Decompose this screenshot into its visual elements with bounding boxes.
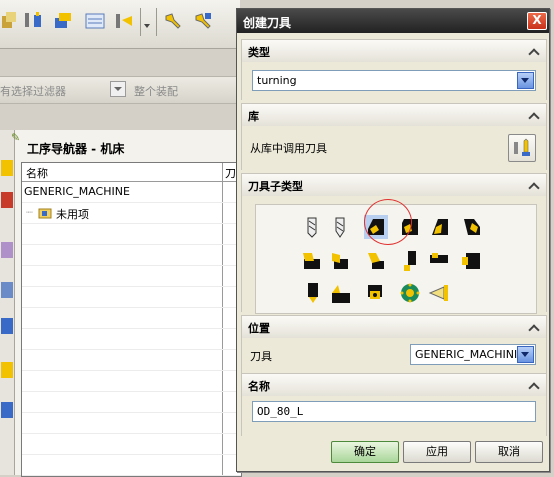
- location-section-header[interactable]: 位置: [241, 315, 547, 339]
- tool-location-label: 刀具: [250, 350, 272, 363]
- type-section-header[interactable]: 类型: [241, 39, 547, 63]
- chevron-down-icon[interactable]: [517, 346, 534, 363]
- library-section: 从库中调用刀具: [241, 126, 547, 170]
- pin-icon[interactable]: ✎: [11, 131, 20, 144]
- id-55-l-tool-icon[interactable]: [364, 249, 388, 273]
- chevron-down-icon[interactable]: [142, 10, 152, 32]
- table-row[interactable]: GENERIC_MACHINE: [22, 182, 241, 203]
- tool-subtype-grid: [255, 199, 537, 314]
- row-label: 未用项: [56, 208, 89, 221]
- history-icon[interactable]: [1, 242, 13, 258]
- retrieve-from-library-button[interactable]: [508, 134, 536, 162]
- column-header-name[interactable]: 名称: [22, 163, 222, 182]
- collapse-icon[interactable]: [530, 47, 538, 55]
- main-toolbar: [0, 0, 240, 49]
- machine-resource-icon[interactable]: [1, 362, 13, 378]
- dialog-title: 创建刀具: [243, 16, 292, 30]
- navigator-title: 工序导航器 - 机床: [27, 142, 125, 156]
- library-tool-icon: [514, 138, 530, 156]
- library-label: 从库中调用刀具: [250, 142, 327, 155]
- id-80-l-tool-icon[interactable]: [328, 249, 352, 273]
- part-resource-icon[interactable]: [1, 192, 13, 208]
- filter-dropdown-button[interactable]: [110, 81, 126, 97]
- operation-icon[interactable]: [112, 10, 134, 32]
- dialog-titlebar[interactable]: 创建刀具 X: [237, 9, 549, 33]
- form-tool-icon[interactable]: [364, 281, 388, 305]
- operation-navigator: ✎ 工序导航器 - 机床 名称 刀 GENERIC_MACHINE ┈ 未用项: [11, 130, 242, 477]
- cancel-button[interactable]: 取消: [475, 441, 543, 463]
- row-label: GENERIC_MACHINE: [24, 185, 130, 198]
- tool-icon[interactable]: [22, 10, 44, 32]
- od-55-r-tool-icon[interactable]: [300, 249, 324, 273]
- button-tool-icon[interactable]: [398, 281, 422, 305]
- selection-highlight-circle: [364, 199, 412, 245]
- selection-filter-bar: 有选择过滤器 整个装配: [0, 76, 240, 104]
- od-35-l-tool-icon[interactable]: [428, 215, 452, 239]
- thread-od-tool-icon[interactable]: [300, 281, 324, 305]
- user-defined-tool-icon[interactable]: [428, 281, 452, 305]
- od-80-r-tool-icon[interactable]: [460, 215, 484, 239]
- subtype-section-header[interactable]: 刀具子类型: [241, 173, 547, 197]
- web-resource-icon[interactable]: [1, 402, 13, 418]
- spot-drill-tool-icon[interactable]: [328, 215, 352, 239]
- folder-icon: [38, 208, 52, 219]
- layer-icon[interactable]: [1, 282, 13, 298]
- tool-name-input[interactable]: OD_80_L: [252, 401, 536, 422]
- type-select[interactable]: turning: [252, 70, 536, 91]
- collapse-icon[interactable]: [530, 381, 538, 389]
- name-section-header[interactable]: 名称: [241, 373, 547, 397]
- collapse-icon[interactable]: [530, 111, 538, 119]
- location-section: 刀具 GENERIC_MACHINI: [241, 338, 547, 374]
- shape-icon[interactable]: [0, 10, 22, 32]
- method-icon[interactable]: [84, 10, 106, 32]
- dialog-footer: 确定 应用 取消: [241, 439, 545, 465]
- resource-bar: [0, 130, 15, 475]
- ok-button[interactable]: 确定: [331, 441, 399, 463]
- tool-resource-icon[interactable]: [1, 160, 13, 176]
- filter-select[interactable]: 有选择过滤器: [0, 83, 66, 99]
- create-tool-dialog: 创建刀具 X 类型 turning 库 从库中调用刀具 刀具子类型 位置 刀具 …: [236, 8, 550, 472]
- assembly-filter[interactable]: 整个装配: [134, 83, 178, 99]
- navigator-table: 名称 刀 GENERIC_MACHINE ┈ 未用项: [21, 162, 242, 477]
- tool-location-select[interactable]: GENERIC_MACHINI: [410, 344, 536, 365]
- geometry-icon[interactable]: [52, 10, 74, 32]
- groove-face-tool-icon[interactable]: [460, 249, 484, 273]
- tree-line: ┈: [26, 206, 33, 219]
- thread-id-tool-icon[interactable]: [328, 281, 352, 305]
- type-section: turning: [241, 62, 547, 100]
- library-section-header[interactable]: 库: [241, 103, 547, 127]
- subtype-section: [241, 196, 547, 314]
- table-row[interactable]: ┈ 未用项: [22, 203, 241, 224]
- groove-od-tool-icon[interactable]: [398, 249, 422, 273]
- chevron-down-icon[interactable]: [517, 72, 534, 89]
- apply-button[interactable]: 应用: [403, 441, 471, 463]
- collapse-icon[interactable]: [530, 323, 538, 331]
- drill-tool-icon[interactable]: [300, 215, 324, 239]
- close-button[interactable]: X: [527, 12, 547, 30]
- wrench-icon[interactable]: [162, 10, 184, 32]
- wrench-edit-icon[interactable]: [192, 10, 214, 32]
- groove-id-tool-icon[interactable]: [428, 249, 452, 273]
- name-section: OD_80_L: [241, 396, 547, 436]
- navigator-resource-icon[interactable]: [1, 318, 13, 334]
- collapse-icon[interactable]: [530, 181, 538, 189]
